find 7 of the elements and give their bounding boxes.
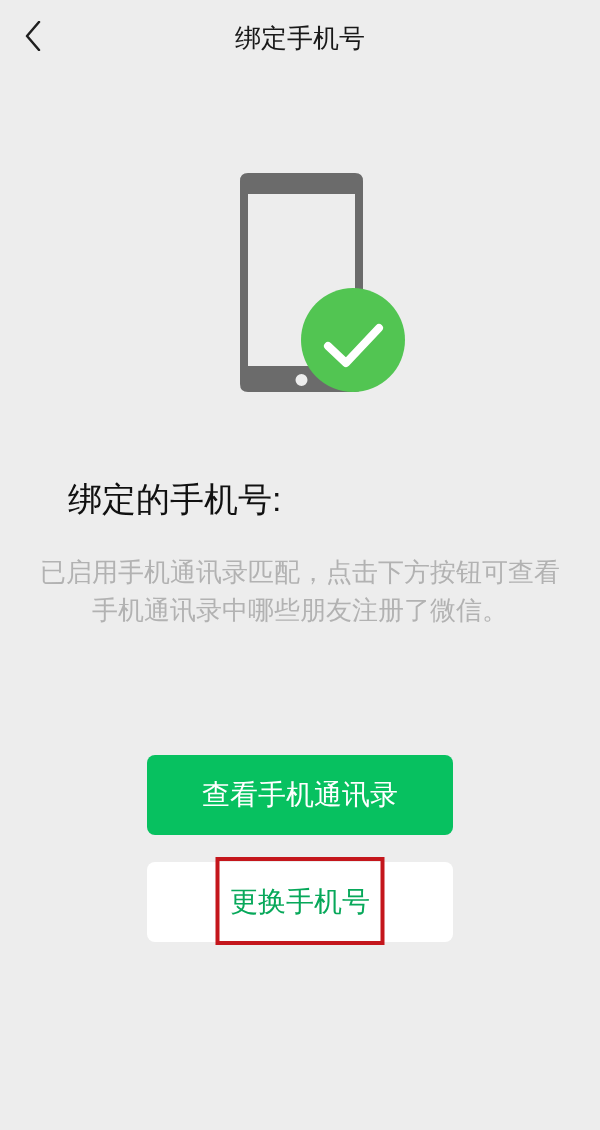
section-heading: 绑定的手机号: bbox=[68, 480, 282, 519]
view-contacts-button[interactable]: 查看手机通讯录 bbox=[147, 755, 453, 835]
chevron-left-icon bbox=[25, 21, 41, 51]
check-circle-icon bbox=[301, 288, 405, 392]
description-text: 已启用手机通讯录匹配，点击下方按钮可查看手机通讯录中哪些朋友注册了微信。 bbox=[39, 557, 561, 626]
page-title: 绑定手机号 bbox=[235, 21, 365, 54]
back-button[interactable] bbox=[25, 21, 41, 51]
